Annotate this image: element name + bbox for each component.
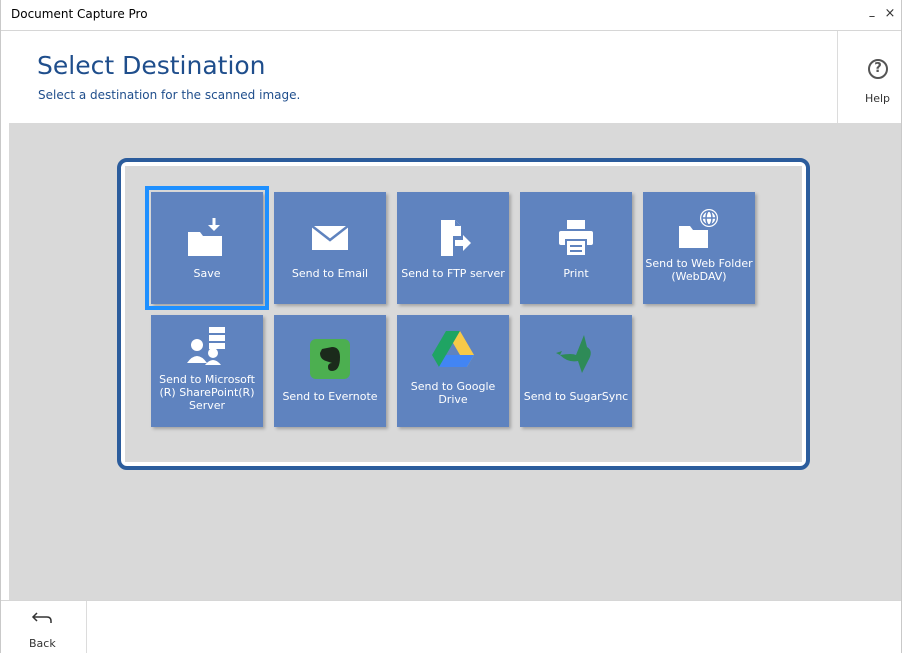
file-arrow-icon (397, 218, 509, 258)
destination-save[interactable]: Save (145, 186, 269, 310)
back-arrow-icon (31, 612, 52, 623)
help-button[interactable]: ? Help (837, 31, 901, 123)
destination-area: Save Send to Email Send to FTP server Pr… (9, 123, 901, 600)
tile-label: Send to Microsoft (R) SharePoint(R) Serv… (159, 373, 255, 412)
page-header: Select Destination Select a destination … (1, 30, 901, 123)
close-button[interactable]: × (881, 5, 899, 23)
printer-icon (520, 218, 632, 258)
envelope-icon (274, 218, 386, 258)
destination-google-drive[interactable]: Send to Google Drive (397, 315, 509, 427)
tile-label: Send to SugarSync (523, 390, 629, 403)
sharepoint-icon (151, 325, 263, 365)
back-button[interactable]: Back (1, 601, 87, 653)
destination-sugarsync[interactable]: Send to SugarSync (520, 315, 632, 427)
back-label: Back (29, 637, 56, 650)
destination-email[interactable]: Send to Email (274, 192, 386, 304)
question-circle-icon: ? (868, 59, 888, 79)
destination-print[interactable]: Print (520, 192, 632, 304)
destination-ftp[interactable]: Send to FTP server (397, 192, 509, 304)
destination-sharepoint[interactable]: Send to Microsoft (R) SharePoint(R) Serv… (151, 315, 263, 427)
tile-label: Save (193, 267, 221, 280)
app-window: Document Capture Pro – × Select Destinat… (0, 0, 902, 653)
title-bar: Document Capture Pro – × (1, 0, 901, 30)
page-subtitle: Select a destination for the scanned ima… (38, 88, 301, 102)
help-label: Help (864, 92, 891, 105)
minimize-button[interactable]: – (863, 8, 881, 26)
google-drive-icon (397, 329, 509, 369)
page-title: Select Destination (37, 51, 266, 80)
tile-label: Print (563, 267, 589, 280)
app-title: Document Capture Pro (11, 7, 148, 21)
tile-label: Send to Google Drive (410, 380, 496, 406)
tile-label: Send to FTP server (401, 267, 505, 280)
destination-grid: Save Send to Email Send to FTP server Pr… (125, 166, 802, 462)
tile-label: Send to Evernote (282, 390, 378, 403)
footer-bar: Back (1, 600, 901, 653)
sugarsync-icon (520, 333, 632, 373)
tile-label: Send to Email (291, 267, 369, 280)
destination-evernote[interactable]: Send to Evernote (274, 315, 386, 427)
destination-webdav[interactable]: Send to Web Folder (WebDAV) (643, 192, 755, 304)
evernote-icon (274, 337, 386, 379)
folder-globe-icon (643, 208, 755, 248)
tile-label: Send to Web Folder (WebDAV) (645, 257, 753, 283)
folder-download-icon (151, 218, 263, 258)
destination-frame: Save Send to Email Send to FTP server Pr… (117, 158, 810, 470)
